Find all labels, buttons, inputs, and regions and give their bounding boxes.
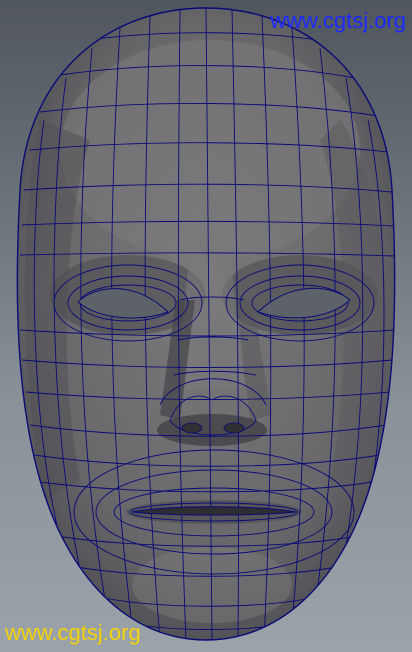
3d-viewport[interactable]: www.cgtsj.org www.cgtsj.org [0,0,412,652]
watermark-top: www.cgtsj.org [270,8,406,33]
face-mesh[interactable] [0,0,412,652]
watermark-bottom: www.cgtsj.org [5,620,141,645]
